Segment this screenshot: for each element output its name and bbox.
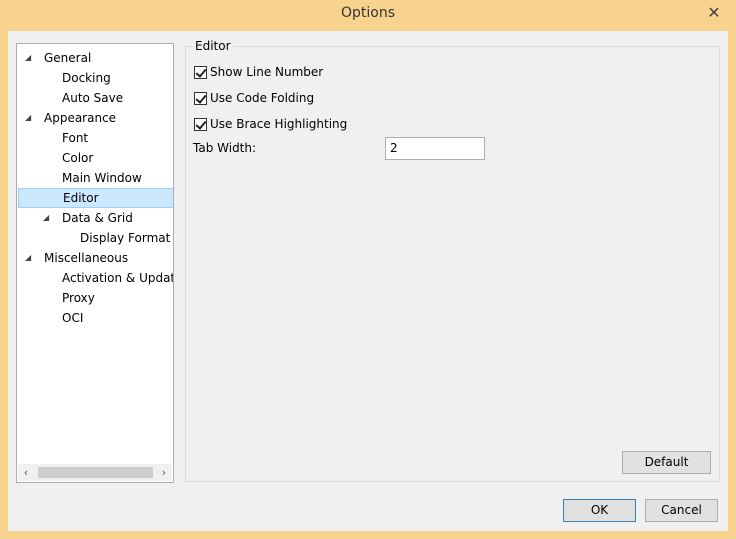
options-window: Options ✕ ◢ General Docking Auto Save ◢ … xyxy=(0,0,736,539)
options-tree[interactable]: ◢ General Docking Auto Save ◢ Appearance… xyxy=(16,43,174,483)
scrollbar-thumb[interactable] xyxy=(38,467,153,478)
use-brace-highlighting-checkbox[interactable]: Use Brace Highlighting xyxy=(194,116,347,132)
tree-item-label: Miscellaneous xyxy=(44,251,129,265)
scroll-left-icon[interactable]: ‹ xyxy=(19,465,33,480)
tree-item-label: Color xyxy=(62,151,94,165)
window-title: Options xyxy=(340,5,396,21)
expanded-arrow-icon[interactable]: ◢ xyxy=(25,108,35,128)
tree-item-label: Activation & Updater xyxy=(62,271,174,285)
tree-item-label: General xyxy=(44,51,92,65)
tree-item-data-grid[interactable]: ◢ Data & Grid xyxy=(17,208,173,228)
group-title: Editor xyxy=(193,39,233,53)
tree-item-label: Main Window xyxy=(62,171,142,185)
tree-item-general[interactable]: ◢ General xyxy=(17,48,173,68)
tab-width-input[interactable]: 2 xyxy=(385,137,485,160)
expanded-arrow-icon[interactable]: ◢ xyxy=(25,248,35,268)
default-button[interactable]: Default xyxy=(622,451,711,474)
show-line-number-checkbox[interactable]: Show Line Number xyxy=(194,64,323,80)
expanded-arrow-icon[interactable]: ◢ xyxy=(25,48,35,68)
cancel-button[interactable]: Cancel xyxy=(645,499,718,522)
checkbox-label: Show Line Number xyxy=(210,65,324,79)
editor-settings-group xyxy=(185,46,720,482)
checkbox-checked-icon[interactable] xyxy=(194,65,207,79)
tree-item-label: Proxy xyxy=(62,291,95,305)
horizontal-scrollbar[interactable]: ‹ › xyxy=(18,464,172,481)
ok-button[interactable]: OK xyxy=(563,499,636,522)
tree-item-label: Docking xyxy=(62,71,111,85)
checkbox-label: Use Code Folding xyxy=(210,91,315,105)
tree-item-label: Editor xyxy=(63,191,99,205)
tree-item-label: Auto Save xyxy=(62,91,124,105)
title-bar[interactable]: Options ✕ xyxy=(0,0,736,31)
checkbox-checked-icon[interactable] xyxy=(194,91,207,105)
tree-item-appearance[interactable]: ◢ Appearance xyxy=(17,108,173,128)
tree-item-label: OCI xyxy=(62,311,84,325)
tree-item-editor[interactable]: Editor xyxy=(18,188,173,208)
checkbox-label: Use Brace Highlighting xyxy=(210,117,348,131)
expanded-arrow-icon[interactable]: ◢ xyxy=(43,208,53,228)
tab-width-label: Tab Width: xyxy=(193,141,257,155)
close-icon[interactable]: ✕ xyxy=(700,2,728,22)
tree-item-label: Data & Grid xyxy=(62,211,133,225)
tree-item-label: Display Format xyxy=(80,231,171,245)
use-code-folding-checkbox[interactable]: Use Code Folding xyxy=(194,90,314,106)
scroll-right-icon[interactable]: › xyxy=(157,465,171,480)
tree-item-miscellaneous[interactable]: ◢ Miscellaneous xyxy=(17,248,173,268)
tree-item-label: Font xyxy=(62,131,89,145)
tree-item-label: Appearance xyxy=(44,111,117,125)
dialog-client-area: ◢ General Docking Auto Save ◢ Appearance… xyxy=(8,31,728,531)
checkbox-checked-icon[interactable] xyxy=(194,117,207,131)
